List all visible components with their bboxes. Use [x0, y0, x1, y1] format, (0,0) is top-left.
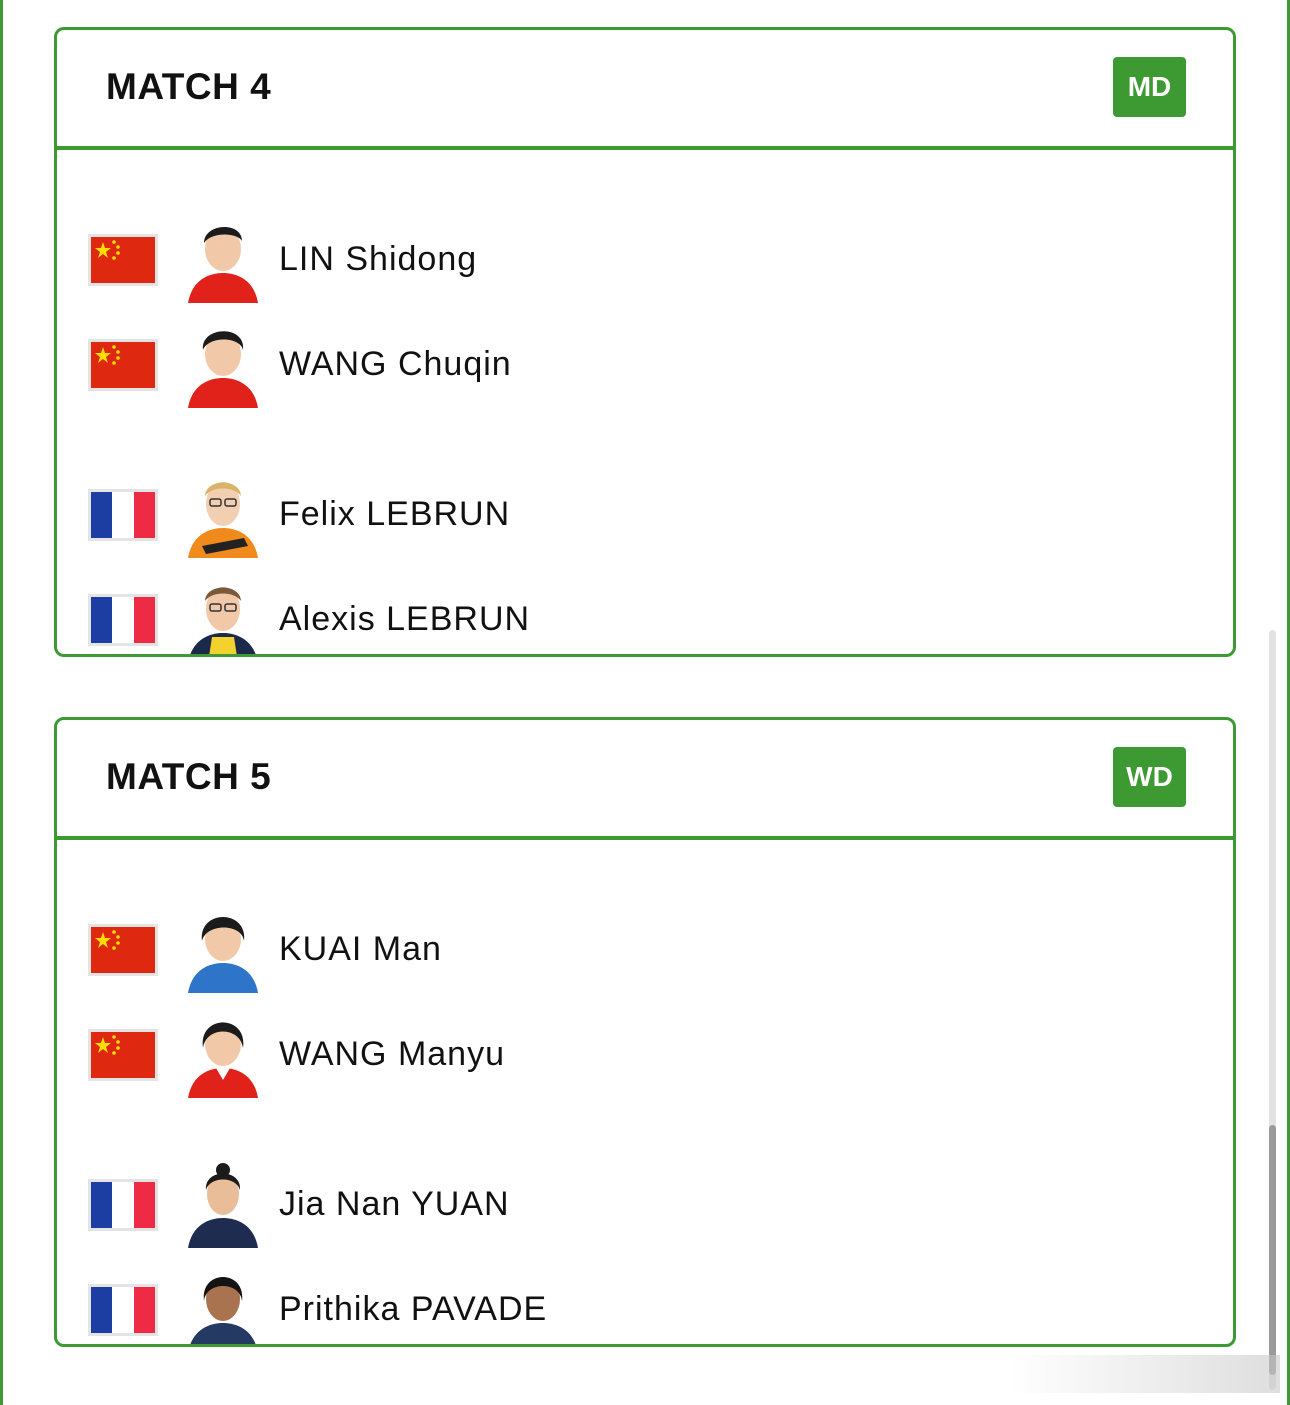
france-flag	[88, 594, 158, 646]
player-row[interactable]: Jia Nan YUAN	[57, 1161, 1233, 1266]
player-name: KUAI Man	[279, 930, 442, 968]
player-avatar	[188, 1022, 258, 1098]
player-row[interactable]: WANG Manyu	[57, 1011, 1233, 1116]
team-away: Felix LEBRUN Alexis LEBRUN	[57, 471, 1233, 654]
player-avatar	[190, 1277, 256, 1344]
player-name: Alexis LEBRUN	[279, 600, 531, 638]
player-row[interactable]: Alexis LEBRUN	[57, 576, 1233, 654]
player-avatar	[188, 917, 258, 993]
player-avatar	[188, 482, 258, 558]
match-header: MATCH 4 MD	[57, 30, 1233, 150]
player-name: Prithika PAVADE	[279, 1290, 548, 1328]
player-name: Jia Nan YUAN	[279, 1185, 510, 1223]
player-avatar	[188, 1163, 258, 1248]
player-avatar	[188, 226, 258, 303]
event-badge: MD	[1113, 57, 1186, 117]
event-badge: WD	[1113, 747, 1186, 807]
france-flag	[88, 1284, 158, 1336]
player-row[interactable]: LIN Shidong	[57, 216, 1233, 321]
match-header: MATCH 5 WD	[57, 720, 1233, 840]
france-flag	[88, 489, 158, 541]
france-flag	[88, 1179, 158, 1231]
player-name: WANG Manyu	[279, 1035, 506, 1073]
scrollbar-thumb[interactable]	[1269, 1125, 1276, 1375]
match-title: MATCH 4	[106, 66, 272, 107]
china-flag	[88, 1029, 158, 1081]
player-avatar	[188, 331, 258, 408]
player-row[interactable]: Felix LEBRUN	[57, 471, 1233, 576]
player-avatar	[190, 587, 256, 654]
match-title: MATCH 5	[106, 756, 272, 797]
player-row[interactable]: KUAI Man	[57, 906, 1233, 1011]
player-name: WANG Chuqin	[279, 345, 512, 383]
china-flag	[88, 234, 158, 286]
china-flag	[88, 924, 158, 976]
team-home: LIN Shidong WANG Chuqin	[57, 216, 1233, 426]
player-row[interactable]: Prithika PAVADE	[57, 1266, 1233, 1344]
player-name: LIN Shidong	[279, 240, 478, 278]
player-row[interactable]: WANG Chuqin	[57, 321, 1233, 426]
team-home: KUAI Man WANG Manyu	[57, 906, 1233, 1116]
bottom-fade	[1010, 1355, 1280, 1393]
match-card-4: MATCH 4 MD LIN Shidong WANG Chuqin Felix…	[54, 27, 1236, 657]
china-flag	[88, 339, 158, 391]
player-name: Felix LEBRUN	[279, 495, 511, 533]
team-away: Jia Nan YUAN Prithika PAVADE	[57, 1161, 1233, 1344]
match-card-5: MATCH 5 WD KUAI Man WANG Manyu Jia Nan Y…	[54, 717, 1236, 1347]
